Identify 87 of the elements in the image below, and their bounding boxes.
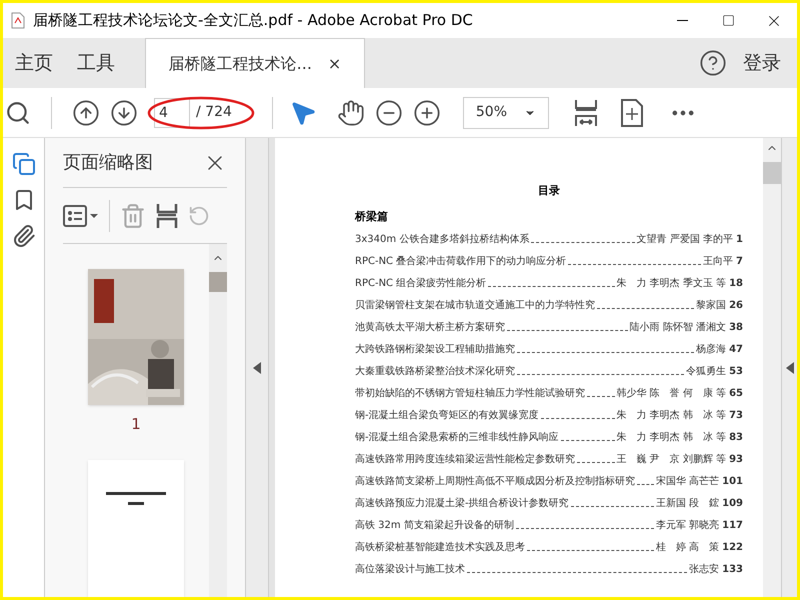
expand-arrow-icon[interactable] [786, 362, 794, 374]
toc-title: RPC-NC 叠合梁冲击荷载作用下的动力响应分析 [355, 254, 566, 269]
toc-title: 带初始缺陷的不锈钢方管短柱轴压力学性能试验研究 [355, 386, 585, 401]
scroll-thumb[interactable] [763, 162, 781, 184]
leader-line [560, 440, 615, 441]
pdf-file-icon [11, 12, 25, 29]
toc-page-number: 122 [722, 541, 743, 555]
toc-authors: 杨彦海 [696, 342, 726, 357]
toc-title: 高速铁路常用跨度连续箱梁运营性能检定参数研究 [355, 452, 575, 467]
toc-title: 高铁桥梁桩基智能建造技术实践及思考 [355, 540, 525, 555]
pages-icon[interactable] [12, 152, 36, 176]
toc-title: 池黄高铁太平湖大桥主桥方案研究 [355, 320, 505, 335]
toc-title: 高速铁路简支梁桥上周期性高低不平顺成因分析及控制指标研究 [355, 474, 635, 489]
toc-authors: 桂 婷 高 策 [656, 540, 720, 555]
insert-page-icon[interactable] [156, 202, 178, 230]
toc-authors: 朱 力 李明杰 韩 冰 等 [616, 408, 726, 423]
toc-title: 钢-混凝土组合梁悬索桥的三维非线性静风响应 [355, 430, 559, 445]
toc-authors: 王新国 段 鋐 [656, 496, 720, 511]
window-title: 届桥隧工程技术论坛论文-全文汇总.pdf - Adobe Acrobat Pro DC [33, 10, 474, 32]
attachment-icon[interactable] [12, 224, 36, 248]
page-number: 1 [131, 414, 141, 435]
toc-authors: 令狐勇生 [686, 364, 726, 379]
toc-page-number: 101 [722, 475, 743, 489]
toc-page-number: 53 [729, 365, 743, 379]
toc-title: 高铁 32m 简支箱梁起升设备的研制 [355, 518, 514, 533]
toc-title: 大跨铁路钢桁梁架设工程辅助措施究 [355, 342, 515, 357]
toc-page-number: 73 [729, 409, 743, 423]
toc-title: 贝雷梁钢管柱支架在城市轨道交通施工中的力学特性究 [355, 298, 595, 313]
toc-authors: 王向平 [703, 255, 734, 269]
zoom-out-icon[interactable] [374, 98, 403, 126]
leader-line [587, 396, 615, 397]
toc-title: 高速铁路预应力混凝土梁-拱组合桥设计参数研究 [355, 496, 569, 511]
collapse-arrow-icon[interactable] [253, 362, 261, 374]
toc-authors: 王 巍 尹 京 刘鹏辉 等 [616, 452, 726, 467]
toc-authors: 张志安 [689, 562, 720, 577]
toc-authors: 朱 力 李明杰 季文玉 等 [616, 276, 726, 291]
document-tab[interactable]: 届桥隧工程技术论... × [145, 38, 365, 88]
toc-title: 高位落梁设计与施工技术 [355, 562, 465, 577]
text-lines-drawing [106, 492, 166, 506]
maximize-icon [722, 14, 734, 27]
hand-tool-icon[interactable] [336, 98, 365, 126]
fit-width-icon[interactable] [572, 98, 599, 128]
toc-authors: 宋国华 高芒芒 [656, 474, 720, 489]
toc-heading: 目录 [537, 183, 561, 199]
page-number-field[interactable]: 4 [154, 98, 190, 128]
sign-in-button[interactable]: 登录 [727, 38, 797, 88]
tab-title: 届桥隧工程技术论... [168, 52, 312, 74]
help-icon[interactable] [699, 49, 727, 77]
zoom-in-icon[interactable] [412, 98, 441, 126]
zoom-dropdown[interactable]: 50% [462, 96, 549, 128]
toc-title: 3x340m 公铁合建多塔斜拉桥结构体系 [355, 232, 530, 247]
toc-authors: 黎家国 [696, 298, 726, 313]
toc-authors: 李元军 郭晓亮 [656, 518, 720, 533]
leader-line [637, 484, 654, 485]
toc-page-number: 18 [729, 277, 743, 291]
toc-page-number: 38 [729, 321, 743, 335]
toc-authors: 朱 力 李明杰 韩 冰 等 [616, 430, 726, 445]
scroll-thumb[interactable] [209, 272, 227, 292]
toc-page-number: 65 [729, 387, 743, 401]
nav-tab[interactable]: 主页 [3, 38, 65, 88]
toc-title: RPC-NC 组合梁疲劳性能分析 [355, 276, 486, 291]
toc-title: 大秦重载铁路桥梁整治技术深化研究 [355, 364, 515, 379]
tab-close-button[interactable]: × [328, 52, 342, 76]
toc-page-number: 83 [729, 431, 743, 445]
toc-authors: 文望青 严爱国 李的平 [636, 232, 734, 247]
toc-page-number: 133 [722, 563, 743, 577]
toc-page-number: 1 [736, 233, 743, 247]
toc-page-number: 109 [722, 497, 743, 511]
toc-page-number: 7 [736, 255, 743, 269]
toc-page-number: 117 [722, 519, 743, 533]
leader-line [577, 462, 615, 463]
toc-page-number: 47 [729, 343, 743, 357]
next-page-icon[interactable] [110, 98, 138, 126]
toc-authors: 韩少华 陈 誉 何 康 等 [616, 386, 726, 401]
page-fit-icon[interactable] [618, 98, 645, 128]
toc-page-number: 26 [729, 299, 743, 313]
panel-title: 页面缩略图 [63, 151, 153, 175]
minimize-icon [676, 20, 688, 21]
options-menu-icon[interactable] [63, 204, 99, 226]
page-count: / 724 [196, 103, 232, 122]
nav-tab[interactable]: 工具 [65, 38, 127, 88]
toc-page-number: 93 [729, 453, 743, 467]
toc-authors: 陆小雨 陈怀智 潘湘文 [630, 320, 726, 335]
search-icon[interactable] [5, 100, 31, 126]
section-heading: 桥梁篇 [355, 208, 389, 224]
toc-title: 钢-混凝土组合梁负弯矩区的有效翼缘宽度 [355, 408, 539, 423]
previous-page-icon[interactable] [72, 98, 100, 126]
